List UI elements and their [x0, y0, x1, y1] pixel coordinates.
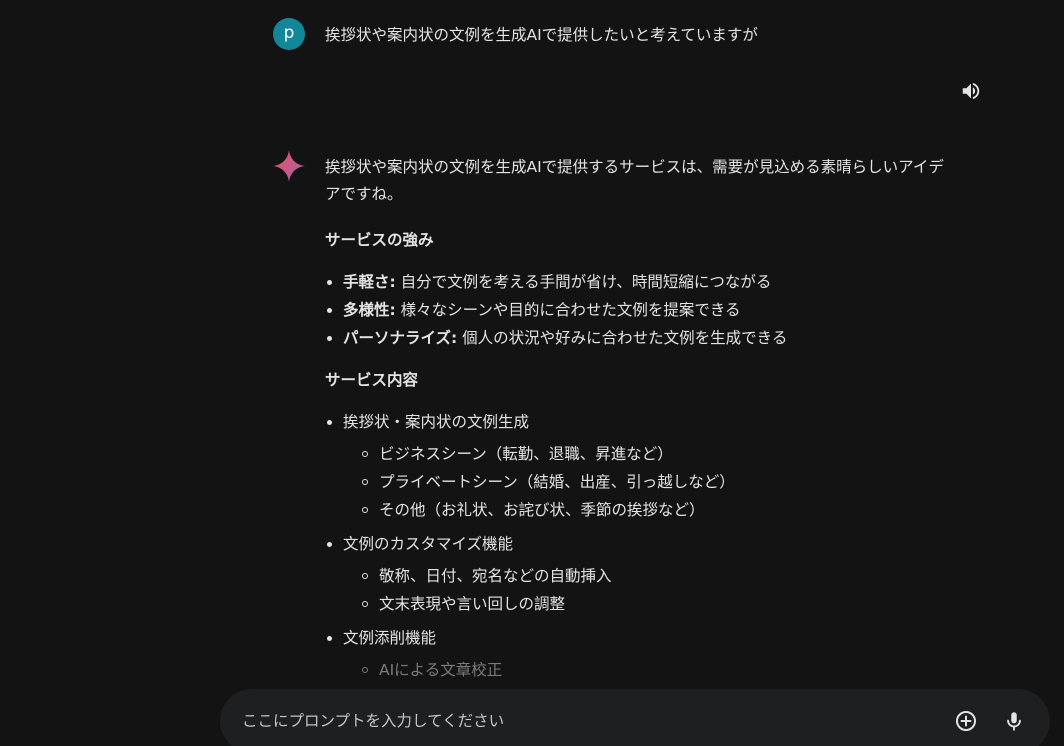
user-prompt-text: 挨拶状や案内状の文例を生成AIで提供したいと考えていますが — [325, 26, 758, 44]
item-text: 個人の状況や好みに合わせた文例を生成できる — [457, 329, 788, 347]
voice-input-button[interactable] — [1001, 708, 1027, 734]
item-label: 多様性: — [343, 301, 396, 319]
section-title-strengths: サービスの強み — [325, 231, 434, 249]
list-item: 多様性: 様々なシーンや目的に合わせた文例を提案できる — [325, 296, 945, 324]
user-message: p 挨拶状や案内状の文例を生成AIで提供したいと考えていますが — [273, 18, 758, 50]
item-text: 様々なシーンや目的に合わせた文例を提案できる — [395, 301, 741, 319]
list-item: 手軽さ: 自分で文例を考える手間が省け、時間短縮につながる — [325, 268, 945, 296]
prompt-input[interactable] — [240, 705, 924, 737]
prompt-input-bar — [220, 689, 1050, 746]
sub-list-item: ビジネスシーン（転勤、退職、昇進など） — [343, 440, 945, 468]
item-label: パーソナライズ: — [343, 329, 458, 347]
plus-circle-icon — [956, 711, 976, 731]
sub-list-item: AIによる文章校正 — [343, 656, 945, 684]
sub-list: 敬称、日付、宛名などの自動挿入 文末表現や言い回しの調整 — [343, 562, 945, 618]
item-text: 文例添削機能 — [343, 629, 437, 647]
sub-list: AIによる文章校正 — [343, 656, 945, 684]
item-text: 自分で文例を考える手間が省け、時間短縮につながる — [395, 273, 772, 291]
model-response: 挨拶状や案内状の文例を生成AIで提供するサービスは、需要が見込める素晴らしいアイ… — [325, 154, 945, 699]
chat-page: p 挨拶状や案内状の文例を生成AIで提供したいと考えていますが 挨拶状や案内状の… — [0, 0, 1064, 746]
item-text: 挨拶状・案内状の文例生成 — [343, 413, 530, 431]
list-item: 文例のカスタマイズ機能 敬称、日付、宛名などの自動挿入 文末表現や言い回しの調整 — [325, 530, 945, 618]
add-attachment-button[interactable] — [953, 708, 979, 734]
gemini-sparkle-icon — [273, 150, 305, 182]
list-item: パーソナライズ: 個人の状況や好みに合わせた文例を生成できる — [325, 324, 945, 352]
strengths-list: 手軽さ: 自分で文例を考える手間が省け、時間短縮につながる 多様性: 様々なシー… — [325, 268, 945, 352]
item-text: 文例のカスタマイズ機能 — [343, 535, 514, 553]
user-avatar[interactable]: p — [273, 18, 305, 50]
sub-list: ビジネスシーン（転勤、退職、昇進など） プライベートシーン（結婚、出産、引っ越し… — [343, 440, 945, 524]
sub-list-item: その他（お礼状、お詫び状、季節の挨拶など） — [343, 496, 945, 524]
section-title-contents: サービス内容 — [325, 371, 419, 389]
item-label: 手軽さ: — [343, 273, 396, 291]
sub-list-item: プライベートシーン（結婚、出産、引っ越しなど） — [343, 468, 945, 496]
list-item: 文例添削機能 AIによる文章校正 — [325, 624, 945, 684]
microphone-icon — [1007, 712, 1021, 731]
contents-list: 挨拶状・案内状の文例生成 ビジネスシーン（転勤、退職、昇進など） プライベートシ… — [325, 408, 945, 684]
list-item: 挨拶状・案内状の文例生成 ビジネスシーン（転勤、退職、昇進など） プライベートシ… — [325, 408, 945, 524]
sub-list-item: 敬称、日付、宛名などの自動挿入 — [343, 562, 945, 590]
read-aloud-button[interactable] — [958, 78, 984, 104]
sub-list-item: 文末表現や言い回しの調整 — [343, 590, 945, 618]
volume-up-icon — [962, 82, 980, 100]
response-intro: 挨拶状や案内状の文例を生成AIで提供するサービスは、需要が見込める素晴らしいアイ… — [325, 158, 944, 203]
